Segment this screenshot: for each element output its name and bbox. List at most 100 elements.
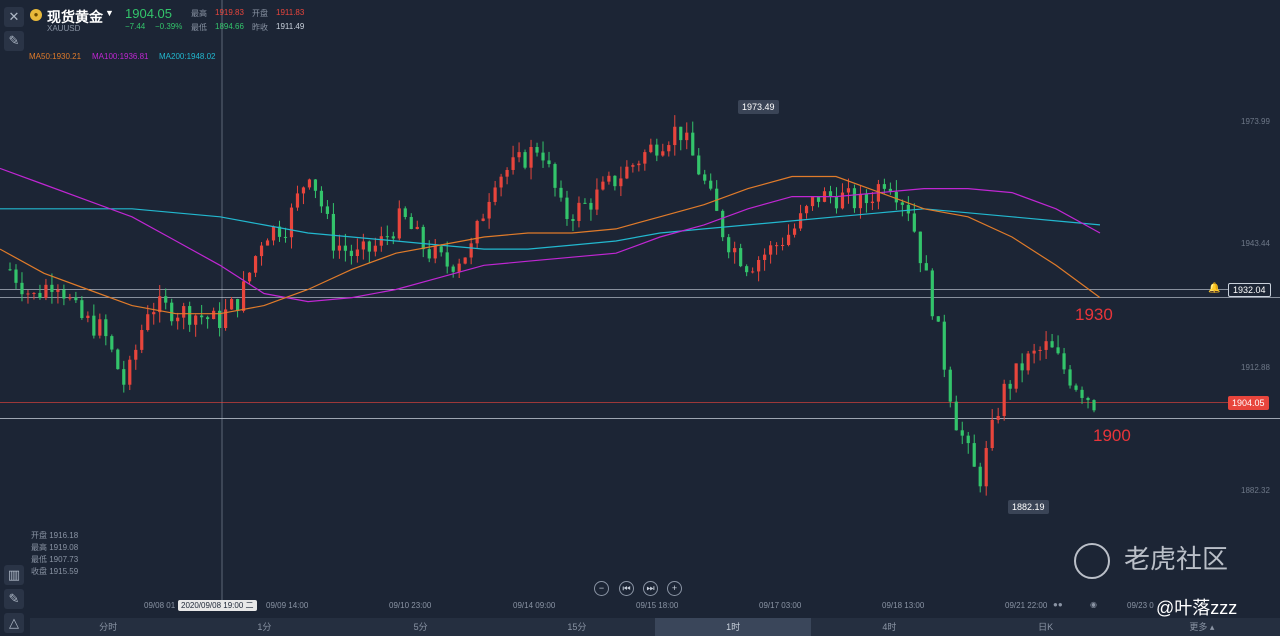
x-tick-label: 09/17 03:00: [759, 601, 802, 610]
candle-body: [271, 226, 276, 241]
ma50-legend[interactable]: MA50:1930.21: [29, 52, 81, 61]
candle-body: [457, 263, 461, 272]
close-icon[interactable]: ✕: [4, 7, 24, 27]
scroll-dots-icon[interactable]: ●●: [1053, 600, 1063, 609]
candle-body: [990, 419, 994, 449]
candle-body: [68, 297, 72, 299]
candle-body: [301, 187, 306, 194]
high-label: 最高: [191, 9, 207, 18]
tab-1min[interactable]: 1分: [186, 618, 342, 636]
candle-body: [697, 155, 701, 175]
candle-body: [487, 201, 491, 219]
candle-body: [116, 349, 120, 370]
prev-close-label: 昨收: [252, 23, 268, 32]
candle-body: [188, 306, 192, 325]
ma100-legend[interactable]: MA100:1936.81: [92, 52, 149, 61]
instrument-symbol: XAUUSD: [47, 24, 81, 33]
candle-body: [337, 245, 341, 251]
tab-timeshare[interactable]: 分时: [30, 618, 186, 636]
tab-1hour[interactable]: 1时: [655, 618, 812, 636]
zoom-in-button[interactable]: +: [667, 581, 682, 596]
x-tick-label: 09/14 09:00: [513, 601, 556, 610]
period-tabs: 分时 1分 5分 15分 1时 4时 日K 更多 ▴: [30, 618, 1280, 636]
candle-body: [721, 210, 725, 238]
candle-body: [62, 289, 66, 299]
candle-body: [870, 201, 875, 204]
alert-price-tag[interactable]: 1932.04: [1228, 283, 1271, 297]
candle-body: [529, 147, 533, 168]
bell-icon[interactable]: 🔔: [1208, 283, 1220, 294]
candle-body: [553, 164, 557, 188]
candle-body: [170, 302, 174, 322]
candle-body: [936, 316, 940, 322]
ma200-legend[interactable]: MA200:1948.02: [159, 52, 216, 61]
candle-body: [733, 248, 737, 253]
candle-body: [421, 226, 425, 250]
candle-body: [655, 144, 659, 156]
candle-body: [433, 246, 437, 259]
candle-body: [816, 197, 821, 202]
candle-body: [978, 466, 982, 487]
candle-body: [583, 202, 587, 204]
candle-body: [445, 252, 449, 267]
candle-body: [798, 213, 803, 229]
tab-4hour[interactable]: 4时: [811, 618, 967, 636]
candle-body: [241, 281, 246, 311]
tab-5min[interactable]: 5分: [343, 618, 499, 636]
scroll-end-button[interactable]: ⏭: [643, 581, 658, 596]
candle-body: [667, 145, 671, 152]
candle-body: [804, 206, 809, 214]
open-value: 1911.83: [276, 8, 305, 17]
candle-body: [104, 319, 108, 337]
tab-more[interactable]: 更多 ▴: [1124, 618, 1280, 636]
candle-body: [924, 263, 928, 271]
candle-body: [577, 202, 581, 221]
candle-body: [194, 315, 198, 325]
candle-body: [385, 236, 389, 238]
candle-body: [541, 152, 545, 161]
current-price-tag: 1904.05: [1228, 396, 1269, 410]
y-tick-label: 1882.32: [1241, 486, 1270, 495]
candle-body: [493, 187, 497, 202]
y-tick-label: 1912.88: [1241, 363, 1270, 372]
candle-body: [960, 430, 964, 436]
candle-body: [415, 226, 419, 230]
chevron-down-icon[interactable]: ▼: [105, 8, 114, 18]
candle-body: [319, 190, 324, 207]
candle-body: [469, 243, 473, 258]
candle-body: [679, 126, 683, 141]
tab-15min[interactable]: 15分: [499, 618, 655, 636]
candle-body: [1002, 383, 1006, 417]
scroll-start-button[interactable]: ⏮: [619, 581, 634, 596]
high-value: 1919.83: [215, 8, 244, 17]
candle-body: [355, 249, 359, 257]
candle-body: [954, 401, 958, 431]
tab-daily[interactable]: 日K: [968, 618, 1124, 636]
candle-body: [1050, 341, 1054, 348]
candle-body: [122, 369, 126, 385]
candle-body: [134, 349, 138, 360]
candle-body: [751, 271, 755, 273]
candle-body: [709, 180, 713, 189]
x-tick-label: 09/21 22:00: [1005, 601, 1048, 610]
candle-body: [14, 269, 18, 283]
price-change-percent: −0.39%: [155, 22, 183, 31]
candle-body: [397, 208, 401, 239]
ruler-icon[interactable]: △: [4, 613, 24, 633]
candle-body: [367, 241, 371, 252]
pen-icon[interactable]: ✎: [4, 31, 24, 51]
candle-body: [966, 435, 970, 444]
zoom-out-button[interactable]: −: [594, 581, 609, 596]
candle-body: [265, 240, 270, 246]
bar-chart-icon[interactable]: ▥: [4, 565, 24, 585]
candle-body: [289, 207, 294, 238]
candle-body: [80, 300, 84, 318]
candle-body: [757, 259, 761, 272]
x-tick-label: 09/10 23:00: [389, 601, 432, 610]
candle-body: [589, 202, 593, 210]
ma100-line: [0, 167, 1101, 303]
tiger-logo-icon: [1074, 543, 1110, 579]
live-dot-icon[interactable]: ◉: [1090, 600, 1097, 609]
candle-body: [828, 191, 833, 197]
pen-icon[interactable]: ✎: [4, 589, 24, 609]
